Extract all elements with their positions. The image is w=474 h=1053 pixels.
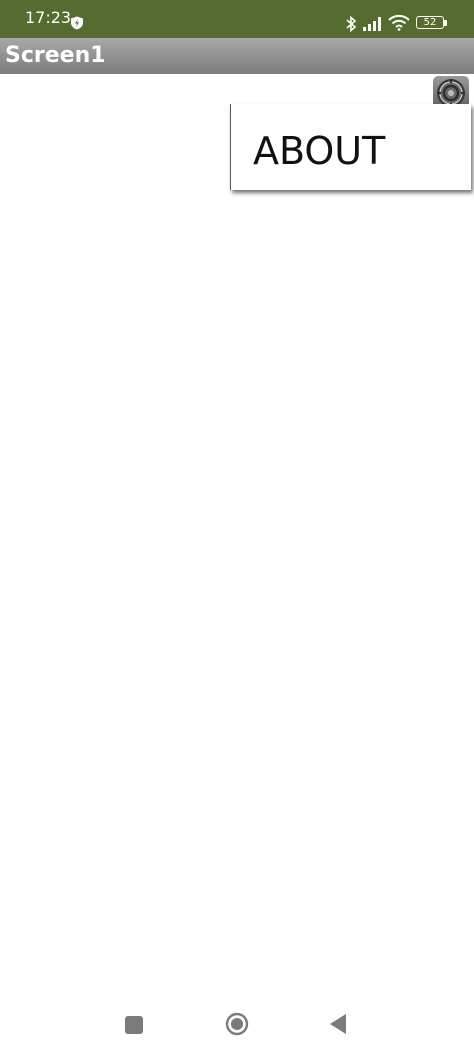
- signal-icon: [363, 17, 381, 31]
- menu-item-about[interactable]: ABOUT: [231, 104, 471, 190]
- wifi-icon: [388, 14, 410, 31]
- recents-icon[interactable]: [125, 1016, 143, 1034]
- navigation-bar: [0, 1000, 474, 1053]
- overflow-menu: ABOUT: [230, 104, 471, 190]
- battery-nub: [444, 20, 447, 26]
- home-icon[interactable]: [225, 1012, 249, 1036]
- menu-item-label: ABOUT: [253, 129, 386, 173]
- shield-icon: [71, 16, 83, 30]
- status-time: 17:23: [25, 8, 72, 27]
- page-title: Screen1: [5, 43, 106, 68]
- battery-level: 52: [423, 17, 437, 28]
- bluetooth-icon: [346, 15, 357, 33]
- status-bar: 17:23 52: [0, 0, 474, 38]
- battery-icon: 52: [416, 16, 444, 29]
- back-icon[interactable]: [329, 1013, 347, 1035]
- app-title-bar: Screen1: [0, 38, 474, 74]
